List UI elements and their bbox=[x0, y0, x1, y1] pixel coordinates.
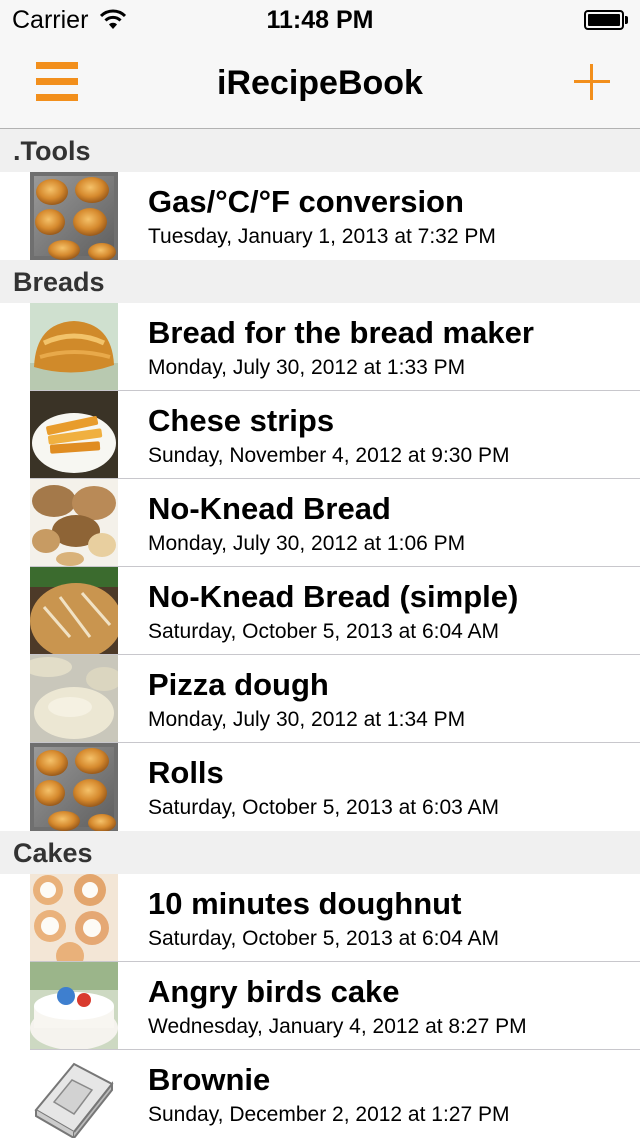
loaf-thumbnail bbox=[30, 303, 118, 391]
navigation-bar: iRecipeBook bbox=[0, 40, 640, 129]
recipe-row[interactable]: Angry birds cake Wednesday, January 4, 20… bbox=[0, 962, 640, 1050]
bread-pile-thumbnail bbox=[30, 479, 118, 567]
rustic-loaf-thumbnail bbox=[30, 567, 118, 655]
book-icon bbox=[30, 1050, 118, 1138]
recipe-row[interactable]: Pizza dough Monday, July 30, 2012 at 1:34… bbox=[0, 655, 640, 743]
add-recipe-button[interactable] bbox=[574, 64, 610, 100]
plus-icon-stroke bbox=[590, 64, 593, 100]
recipe-row[interactable]: Brownie Sunday, December 2, 2012 at 1:27 … bbox=[0, 1050, 640, 1138]
recipe-title: Chese strips bbox=[148, 403, 335, 438]
recipe-date: Wednesday, January 4, 2012 at 8:27 PM bbox=[148, 1015, 527, 1038]
recipe-row[interactable]: Gas/°C/°F conversion Tuesday, January 1, … bbox=[0, 172, 640, 260]
rolls-thumbnail bbox=[30, 743, 118, 831]
recipe-date: Saturday, October 5, 2013 at 6:04 AM bbox=[148, 620, 499, 643]
recipe-row[interactable]: No-Knead Bread (simple) Saturday, October… bbox=[0, 567, 640, 655]
recipe-title: Gas/°C/°F conversion bbox=[148, 184, 464, 219]
section-header: Breads bbox=[0, 260, 640, 303]
recipe-row[interactable]: 10 minutes doughnut Saturday, October 5, … bbox=[0, 874, 640, 962]
recipe-row[interactable]: Rolls Saturday, October 5, 2013 at 6:03 A… bbox=[0, 743, 640, 831]
recipe-list[interactable]: .Tools Gas/°C/°F conversion Tuesday, Janu… bbox=[0, 129, 640, 1138]
recipe-row[interactable]: Chese strips Sunday, November 4, 2012 at … bbox=[0, 391, 640, 479]
status-bar: Carrier 11:48 PM bbox=[0, 0, 640, 40]
recipe-date: Monday, July 30, 2012 at 1:33 PM bbox=[148, 356, 466, 379]
recipe-title: No-Knead Bread (simple) bbox=[148, 579, 519, 614]
recipe-title: Angry birds cake bbox=[148, 974, 400, 1009]
recipe-title: Pizza dough bbox=[148, 667, 329, 702]
recipe-date: Monday, July 30, 2012 at 1:06 PM bbox=[148, 532, 466, 555]
battery-icon bbox=[584, 10, 628, 30]
recipe-title: No-Knead Bread bbox=[148, 491, 391, 526]
dough-thumbnail bbox=[30, 655, 118, 743]
rolls-thumbnail bbox=[30, 172, 118, 260]
recipe-row[interactable]: Bread for the bread maker Monday, July 30… bbox=[0, 303, 640, 391]
recipe-date: Saturday, October 5, 2013 at 6:04 AM bbox=[148, 927, 499, 950]
page-title: iRecipeBook bbox=[217, 64, 423, 102]
recipe-title: Bread for the bread maker bbox=[148, 315, 534, 350]
recipe-title: Rolls bbox=[148, 755, 224, 790]
recipe-date: Sunday, November 4, 2012 at 9:30 PM bbox=[148, 444, 510, 467]
recipe-title: Brownie bbox=[148, 1062, 271, 1097]
cake-thumbnail bbox=[30, 962, 118, 1050]
section-header: Cakes bbox=[0, 831, 640, 874]
doughnuts-thumbnail bbox=[30, 874, 118, 962]
recipe-row[interactable]: No-Knead Bread Monday, July 30, 2012 at 1… bbox=[0, 479, 640, 567]
recipe-date: Tuesday, January 1, 2013 at 7:32 PM bbox=[148, 225, 496, 248]
recipe-date: Saturday, October 5, 2013 at 6:03 AM bbox=[148, 796, 499, 819]
section-header: .Tools bbox=[0, 129, 640, 172]
recipe-date: Monday, July 30, 2012 at 1:34 PM bbox=[148, 708, 466, 731]
recipe-date: Sunday, December 2, 2012 at 1:27 PM bbox=[148, 1103, 510, 1126]
recipe-title: 10 minutes doughnut bbox=[148, 886, 462, 921]
cheese-strips-thumbnail bbox=[30, 391, 118, 479]
status-time: 11:48 PM bbox=[266, 6, 374, 34]
